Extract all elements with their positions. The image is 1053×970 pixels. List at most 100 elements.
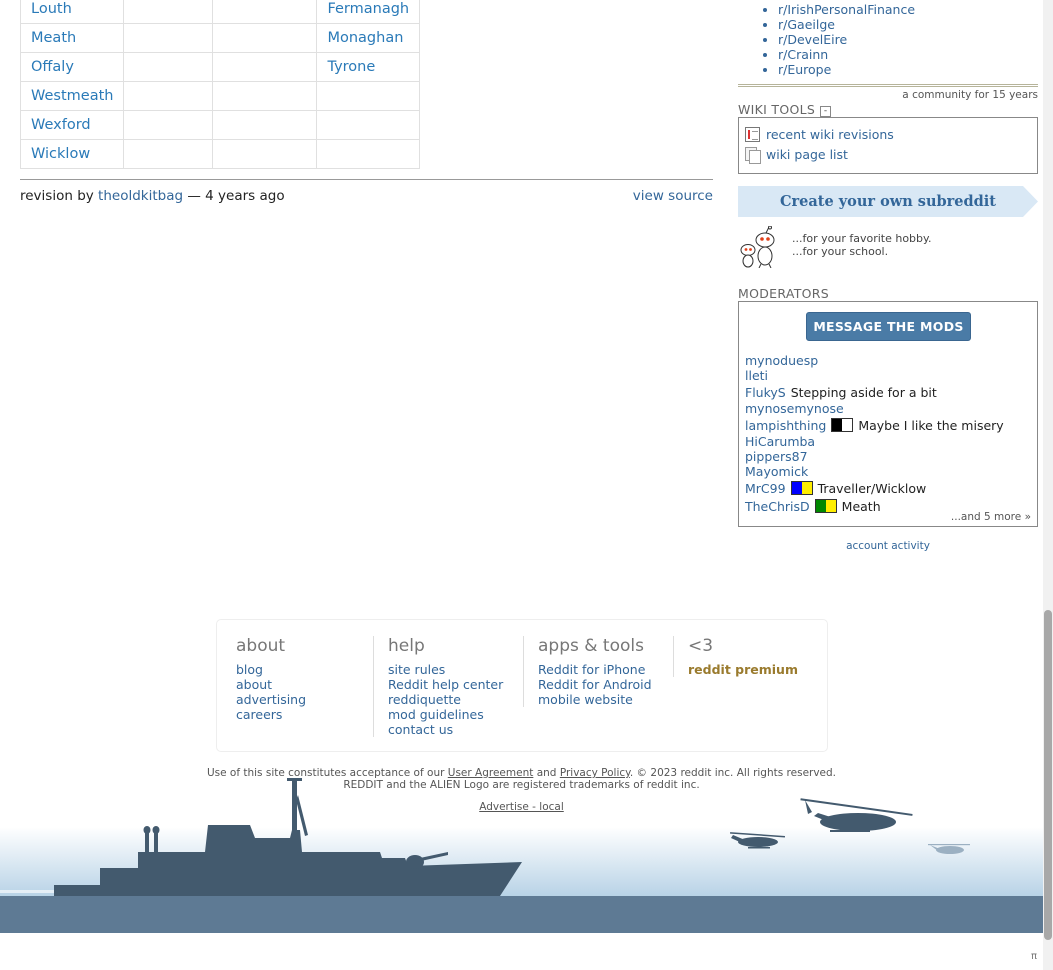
footer-link-android[interactable]: Reddit for Android	[538, 677, 673, 692]
related-subreddit-link[interactable]: r/Gaeilge	[778, 17, 835, 32]
footer-link-reddiquette[interactable]: reddiquette	[388, 692, 523, 707]
privacy-policy-link[interactable]: Privacy Policy	[560, 767, 630, 779]
footer-links: about blog about advertising careers hel…	[216, 619, 828, 752]
more-moderators-link[interactable]: ...and 5 more »	[951, 511, 1031, 523]
moderator-link[interactable]: TheChrisD	[745, 499, 810, 514]
user-agreement-link[interactable]: User Agreement	[448, 767, 534, 779]
county-cell	[212, 110, 318, 140]
footer-column-help: help site rules Reddit help center reddi…	[373, 636, 523, 737]
wiki-page-list-label: wiki page list	[766, 147, 848, 162]
tagline-school: ...for your school.	[792, 245, 889, 258]
county-link[interactable]: Wicklow	[31, 146, 90, 162]
county-link[interactable]: Louth	[31, 1, 72, 17]
related-subreddit-link[interactable]: r/IrishPersonalFinance	[778, 2, 915, 17]
legal-text-pre: Use of this site constitutes acceptance …	[206, 767, 445, 779]
footer-link-reddit-premium[interactable]: reddit premium	[688, 662, 823, 677]
moderator-link[interactable]: FlukyS	[745, 385, 786, 400]
county-cell	[316, 110, 421, 140]
related-subreddit-item: r/Gaeilge	[778, 17, 915, 32]
footer-link-blog[interactable]: blog	[236, 662, 386, 677]
moderator-flair-text: Maybe I like the misery	[858, 417, 1004, 433]
county-cell: Meath	[19, 23, 125, 53]
footer-link-mod-guidelines[interactable]: mod guidelines	[388, 707, 523, 722]
related-subreddit-link[interactable]: r/Crainn	[778, 47, 828, 62]
footer-link-advertising[interactable]: advertising	[236, 692, 386, 707]
county-cell	[123, 81, 214, 111]
footer-link-help-center[interactable]: Reddit help center	[388, 677, 523, 692]
related-subreddit-item: r/IrishPersonalFinance	[778, 2, 915, 17]
moderator-flair: Traveller/Wicklow	[790, 481, 926, 496]
moderator-link[interactable]: mynosemynose	[745, 401, 844, 416]
county-link[interactable]: Monaghan	[327, 30, 403, 46]
moderator-link[interactable]: MrC99	[745, 481, 786, 496]
footer-heading-apps: apps & tools	[538, 636, 644, 656]
county-cell: Monaghan	[316, 23, 421, 53]
trademark-notice: REDDIT and the ALIEN Logo are registered…	[343, 779, 700, 791]
moderator-row: lampishthing Maybe I like the misery	[745, 416, 1035, 434]
legal-text-post: . © 2023 reddit inc. All rights reserved…	[629, 767, 837, 779]
legal-line-1: Use of this site constitutes acceptance …	[0, 767, 1043, 779]
county-row: Louth Fermanagh	[19, 0, 421, 24]
moderator-row: FlukyS Stepping aside for a bit	[745, 383, 1035, 401]
county-cell: Wicklow	[19, 139, 125, 169]
footer-illustration	[0, 770, 1043, 933]
county-link[interactable]: Offaly	[31, 59, 74, 75]
county-cell	[212, 52, 318, 82]
advertise-local-link[interactable]: Advertise - local	[479, 801, 564, 813]
county-cell	[316, 139, 421, 169]
scrollbar-thumb[interactable]	[1044, 610, 1052, 940]
page-scrollbar[interactable]	[1043, 0, 1053, 970]
footer-column-apps: apps & tools Reddit for iPhone Reddit fo…	[523, 636, 673, 707]
collapse-toggle-button[interactable]: -	[820, 106, 832, 117]
footer-link-mobile-website[interactable]: mobile website	[538, 692, 673, 707]
related-subreddit-link[interactable]: r/DevelEire	[778, 32, 847, 47]
moderator-row: lleti	[745, 368, 1035, 383]
advertise-line: Advertise - local	[0, 801, 1043, 813]
county-cell	[212, 23, 318, 53]
county-cell	[212, 81, 318, 111]
footer-column-premium: <3 reddit premium	[673, 636, 823, 677]
moderator-link[interactable]: lampishthing	[745, 418, 826, 433]
moderator-link[interactable]: pippers87	[745, 449, 808, 464]
sidebar-divider	[738, 84, 1038, 87]
footer-link-iphone[interactable]: Reddit for iPhone	[538, 662, 673, 677]
wiki-page-list-link[interactable]: wiki page list	[745, 147, 848, 164]
create-subreddit-button[interactable]: Create your own subreddit	[738, 186, 1038, 217]
revision-info: revision by theoldkitbag — 4 years ago	[20, 188, 285, 204]
moderator-link[interactable]: lleti	[745, 368, 768, 383]
view-source-link[interactable]: view source	[633, 188, 713, 204]
footer-link-site-rules[interactable]: site rules	[388, 662, 523, 677]
recent-wiki-revisions-link[interactable]: recent wiki revisions	[745, 127, 894, 142]
moderators-box: MESSAGE THE MODS mynoduesp lleti FlukyS Ste…	[738, 301, 1038, 527]
related-subreddit-link[interactable]: r/Europe	[778, 62, 831, 77]
county-link[interactable]: Fermanagh	[327, 1, 409, 17]
footer-heading-help: help	[388, 636, 425, 656]
wiki-tools-box: recent wiki revisions wiki page list	[738, 117, 1038, 174]
create-subreddit-tagline: ...for your favorite hobby. ...for your …	[792, 232, 931, 258]
moderator-link[interactable]: HiCarumba	[745, 434, 815, 449]
recent-wiki-revisions-label: recent wiki revisions	[766, 127, 894, 142]
county-row: Westmeath	[19, 81, 421, 111]
pi-easter-egg[interactable]: π	[1031, 951, 1037, 962]
county-link[interactable]: Westmeath	[31, 88, 113, 104]
county-link[interactable]: Wexford	[31, 117, 91, 133]
county-link[interactable]: Meath	[31, 30, 76, 46]
related-subreddit-item: r/Europe	[778, 62, 915, 77]
account-activity-link[interactable]: account activity	[738, 540, 1038, 552]
footer-link-about[interactable]: about	[236, 677, 386, 692]
county-link[interactable]: Tyrone	[327, 59, 375, 75]
county-cell	[123, 139, 214, 169]
revision-author-link[interactable]: theoldkitbag	[98, 188, 183, 204]
moderator-link[interactable]: Mayomick	[745, 464, 808, 479]
moderators-title: MODERATORS	[738, 286, 830, 301]
county-cell	[123, 52, 214, 82]
related-subreddit-item: r/Crainn	[778, 47, 915, 62]
footer-link-careers[interactable]: careers	[236, 707, 386, 722]
message-the-mods-button[interactable]: MESSAGE THE MODS	[806, 312, 971, 341]
moderator-link[interactable]: mynoduesp	[745, 353, 818, 368]
moderator-row: Mayomick	[745, 464, 1035, 479]
footer-heading-about: about	[236, 636, 286, 656]
footer-link-contact-us[interactable]: contact us	[388, 722, 523, 737]
county-row: Wicklow	[19, 139, 421, 169]
community-age: a community for 15 years	[902, 89, 1038, 101]
